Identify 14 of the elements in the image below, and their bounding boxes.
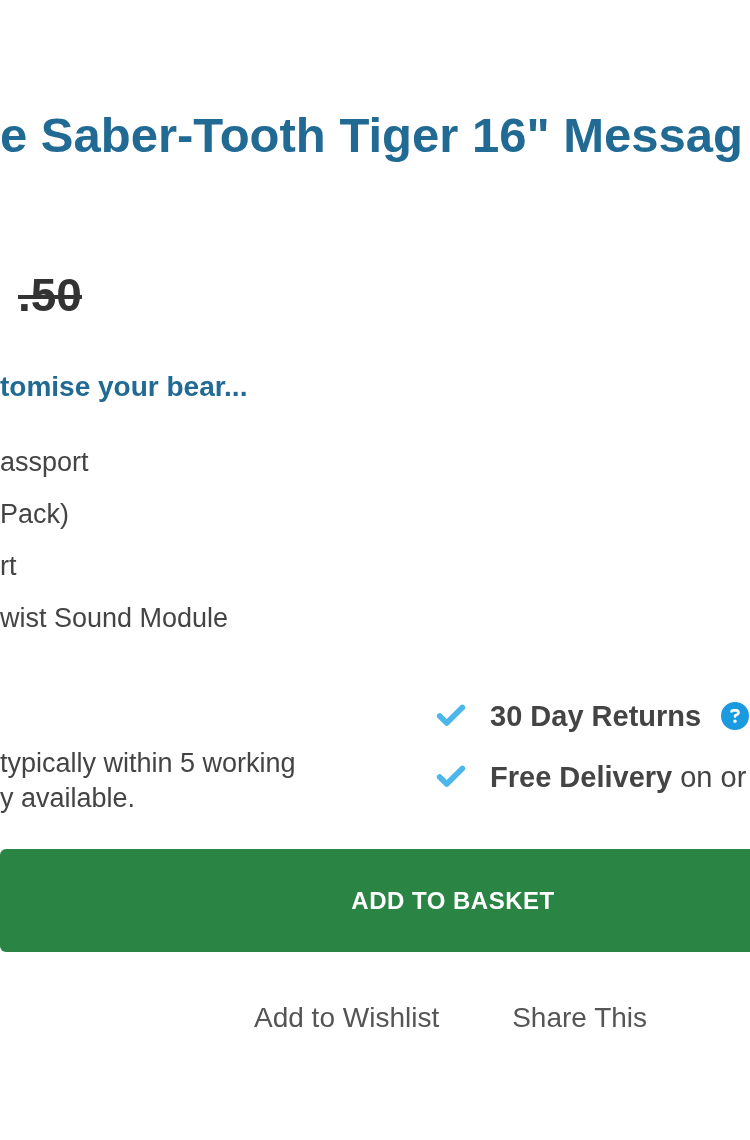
option-label[interactable]: wist Sound Module xyxy=(0,601,229,635)
benefit-text: Free Delivery on or xyxy=(490,760,747,795)
benefit-text: 30 Day Returns xyxy=(490,699,702,734)
product-title: e Saber-Tooth Tiger 16" Messag xyxy=(0,108,743,162)
old-price: .50 xyxy=(18,271,82,319)
help-icon[interactable] xyxy=(721,702,750,730)
customise-heading: tomise your bear... xyxy=(0,370,248,404)
action-link[interactable]: Add to Wishlist xyxy=(254,1001,440,1035)
action-link[interactable]: Share This xyxy=(512,1001,648,1035)
option-label[interactable]: Pack) xyxy=(0,497,70,531)
delivery-info-text: typically within 5 working y available. xyxy=(0,747,296,815)
add-to-basket-button[interactable]: ADD TO BASKET xyxy=(0,849,750,952)
option-label[interactable]: rt xyxy=(0,549,17,583)
option-label[interactable]: assport xyxy=(0,445,89,479)
